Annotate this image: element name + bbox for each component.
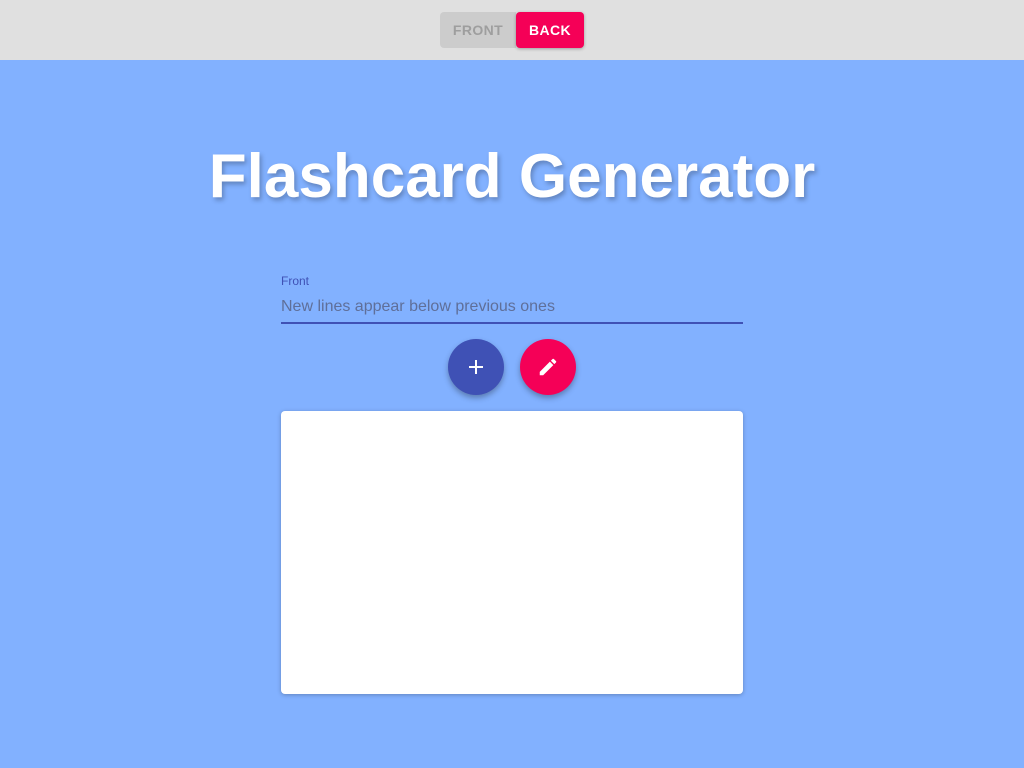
- edit-card-button[interactable]: [520, 339, 576, 395]
- front-toggle-button[interactable]: FRONT: [440, 12, 516, 48]
- pencil-icon: [539, 358, 557, 376]
- front-field-label: Front: [281, 274, 310, 288]
- flashcard-preview: [281, 411, 743, 694]
- back-toggle-button[interactable]: BACK: [516, 12, 584, 48]
- side-toggle-group: FRONT BACK: [440, 12, 584, 48]
- top-bar: FRONT BACK: [0, 0, 1024, 60]
- page-title: Flashcard Generator: [208, 142, 816, 211]
- front-input[interactable]: [281, 292, 743, 324]
- plus-icon: [469, 360, 483, 374]
- add-card-button[interactable]: [448, 339, 504, 395]
- front-text-field: Front: [281, 272, 743, 324]
